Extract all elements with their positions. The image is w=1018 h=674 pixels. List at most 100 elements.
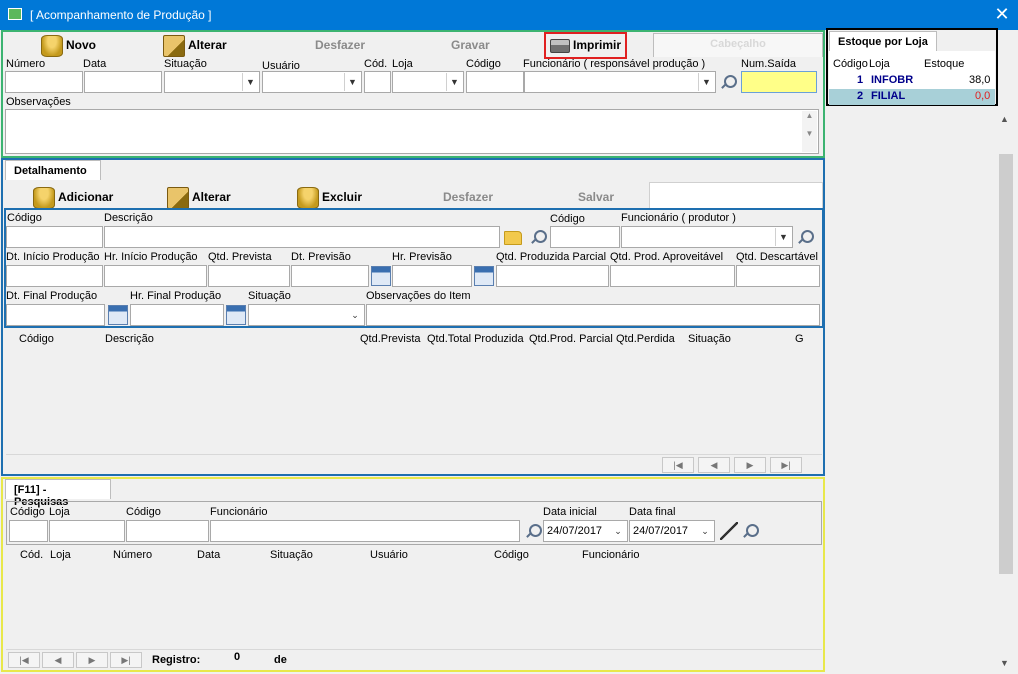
first-record-button[interactable]: |◀ — [662, 457, 694, 473]
app-icon — [8, 8, 22, 20]
pesq-prev-button[interactable]: ◀ — [42, 652, 74, 668]
gravar-button[interactable]: Gravar — [451, 32, 490, 58]
last-record-button[interactable]: ▶| — [770, 457, 802, 473]
alterar-item-button[interactable]: Alterar — [167, 184, 231, 210]
data-input[interactable] — [84, 71, 162, 93]
textarea-scrollbar[interactable]: ▲ ▼ — [802, 111, 817, 152]
qtd-produzida-parcial-label: Qtd. Produzida Parcial — [496, 251, 607, 263]
calendar-icon[interactable] — [474, 266, 494, 286]
grid-header-situacao[interactable]: Situação — [688, 333, 731, 345]
pesq-header-usuario[interactable]: Usuário — [370, 549, 408, 561]
hr-previsao-input[interactable] — [392, 265, 472, 287]
grid-header-descricao[interactable]: Descrição — [105, 333, 154, 345]
pesq-codigo-input[interactable] — [9, 520, 48, 542]
cod-loja-input[interactable] — [364, 71, 391, 93]
desfazer-item-button[interactable]: Desfazer — [443, 184, 493, 210]
tab-estoque-por-loja[interactable]: Estoque por Loja — [829, 31, 937, 51]
next-record-button[interactable]: ▶ — [734, 457, 766, 473]
hr-inicio-input[interactable] — [104, 265, 207, 287]
novo-button[interactable]: Novo — [41, 32, 96, 58]
pesq-first-button[interactable]: |◀ — [8, 652, 40, 668]
pesq-header-loja[interactable]: Loja — [50, 549, 71, 561]
alterar-button[interactable]: Alterar — [163, 32, 227, 58]
desfazer-button[interactable]: Desfazer — [315, 32, 365, 58]
close-icon[interactable]: ✕ — [992, 4, 1012, 24]
search-icon[interactable] — [741, 523, 759, 541]
qtd-prod-aproveitavel-input[interactable] — [610, 265, 735, 287]
descricao-input[interactable] — [104, 226, 500, 248]
tab-detalhamento[interactable]: Detalhamento — [5, 160, 101, 180]
grid-header-qtd-prevista[interactable]: Qtd.Prevista — [360, 333, 421, 345]
item-grid: Código Descrição Qtd.Prevista Qtd.Total … — [5, 328, 823, 456]
window-scrollbar[interactable]: ▲ ▼ — [997, 114, 1015, 670]
pesq-last-button[interactable]: ▶| — [110, 652, 142, 668]
imprimir-button[interactable]: Imprimir — [544, 32, 628, 59]
dt-previsao-input[interactable] — [291, 265, 369, 287]
pesquisas-panel: [F11] - Pesquisas Código Loja Código Fun… — [1, 477, 825, 672]
qtd-prevista-input[interactable] — [208, 265, 290, 287]
pesq-header-codigo[interactable]: Código — [494, 549, 529, 561]
pesq-funcionario-input[interactable] — [210, 520, 520, 542]
numero-input[interactable] — [5, 71, 83, 93]
search-icon[interactable] — [524, 523, 542, 541]
pesq-header-funcionario[interactable]: Funcionário — [582, 549, 639, 561]
pesq-next-button[interactable]: ▶ — [76, 652, 108, 668]
registro-label: Registro: — [152, 654, 201, 666]
pesq-header-situacao[interactable]: Situação — [270, 549, 313, 561]
tab-cabecalho[interactable]: Cabeçalho — [653, 33, 823, 57]
grid-header-codigo[interactable]: Código — [19, 333, 54, 345]
search-icon[interactable] — [529, 229, 547, 247]
num-saida-input[interactable] — [741, 71, 817, 93]
codigo-produtor-input[interactable] — [550, 226, 620, 248]
situacao-item-select[interactable]: ⌄ — [248, 304, 365, 326]
situacao-select[interactable]: ▼ — [164, 71, 260, 93]
pesq-codigo-label: Código — [10, 506, 45, 518]
folder-icon[interactable] — [504, 231, 522, 245]
grid-header-qtd-perdida[interactable]: Qtd.Perdida — [616, 333, 675, 345]
grid-header-qtd-prod-parcial[interactable]: Qtd.Prod. Parcial — [529, 333, 613, 345]
database-add-icon — [33, 186, 55, 209]
edit-icon — [163, 34, 185, 57]
clear-filter-icon[interactable] — [720, 522, 738, 540]
search-icon[interactable] — [796, 229, 814, 247]
observacoes-item-input[interactable] — [366, 304, 820, 326]
pesq-codigo-func-input[interactable] — [126, 520, 209, 542]
funcionario-produtor-select[interactable]: ▼ — [621, 226, 793, 248]
qtd-produzida-parcial-input[interactable] — [496, 265, 609, 287]
search-icon[interactable] — [719, 74, 737, 92]
data-inicial-picker[interactable]: 24/07/2017 ⌄ — [543, 520, 628, 542]
scroll-thumb[interactable] — [999, 154, 1013, 574]
data-final-picker[interactable]: 24/07/2017 ⌄ — [629, 520, 715, 542]
pesq-header-data[interactable]: Data — [197, 549, 220, 561]
loja-select[interactable]: ▼ — [392, 71, 464, 93]
dt-inicio-input[interactable] — [6, 265, 103, 287]
grid-header-qtd-total-produzida[interactable]: Qtd.Total Produzida — [427, 333, 524, 345]
col-codigo: Código — [833, 58, 868, 70]
salvar-button[interactable]: Salvar — [578, 184, 614, 210]
qtd-descartavel-input[interactable] — [736, 265, 820, 287]
funcionario-select[interactable]: ▼ — [524, 71, 716, 93]
col-loja: Loja — [869, 58, 890, 70]
usuario-select[interactable]: ▼ — [262, 71, 362, 93]
estoque-row[interactable]: 1 INFOBR 38,0 — [829, 73, 995, 89]
dt-final-input[interactable] — [6, 304, 105, 326]
codigo-funcionario-input[interactable] — [466, 71, 524, 93]
calendar-icon[interactable] — [108, 305, 128, 325]
prev-record-button[interactable]: ◀ — [698, 457, 730, 473]
tab-pesquisas[interactable]: [F11] - Pesquisas — [5, 479, 111, 508]
data-inicial-value: 24/07/2017 — [547, 525, 603, 537]
excluir-button[interactable]: Excluir — [297, 184, 362, 210]
calendar-icon[interactable] — [371, 266, 391, 286]
adicionar-button[interactable]: Adicionar — [33, 184, 113, 210]
calendar-icon[interactable] — [226, 305, 246, 325]
hr-final-input[interactable] — [130, 304, 224, 326]
observacoes-textarea[interactable]: ▲ ▼ — [5, 109, 819, 154]
scroll-down-icon[interactable]: ▼ — [1000, 658, 1009, 668]
grid-header-g[interactable]: G — [795, 333, 804, 345]
pesq-header-cod[interactable]: Cód. — [20, 549, 43, 561]
pesq-loja-input[interactable] — [49, 520, 125, 542]
codigo-item-input[interactable] — [6, 226, 103, 248]
estoque-row[interactable]: 2 FILIAL 0,0 — [829, 89, 995, 105]
scroll-up-icon[interactable]: ▲ — [1000, 114, 1009, 124]
pesq-header-numero[interactable]: Número — [113, 549, 152, 561]
